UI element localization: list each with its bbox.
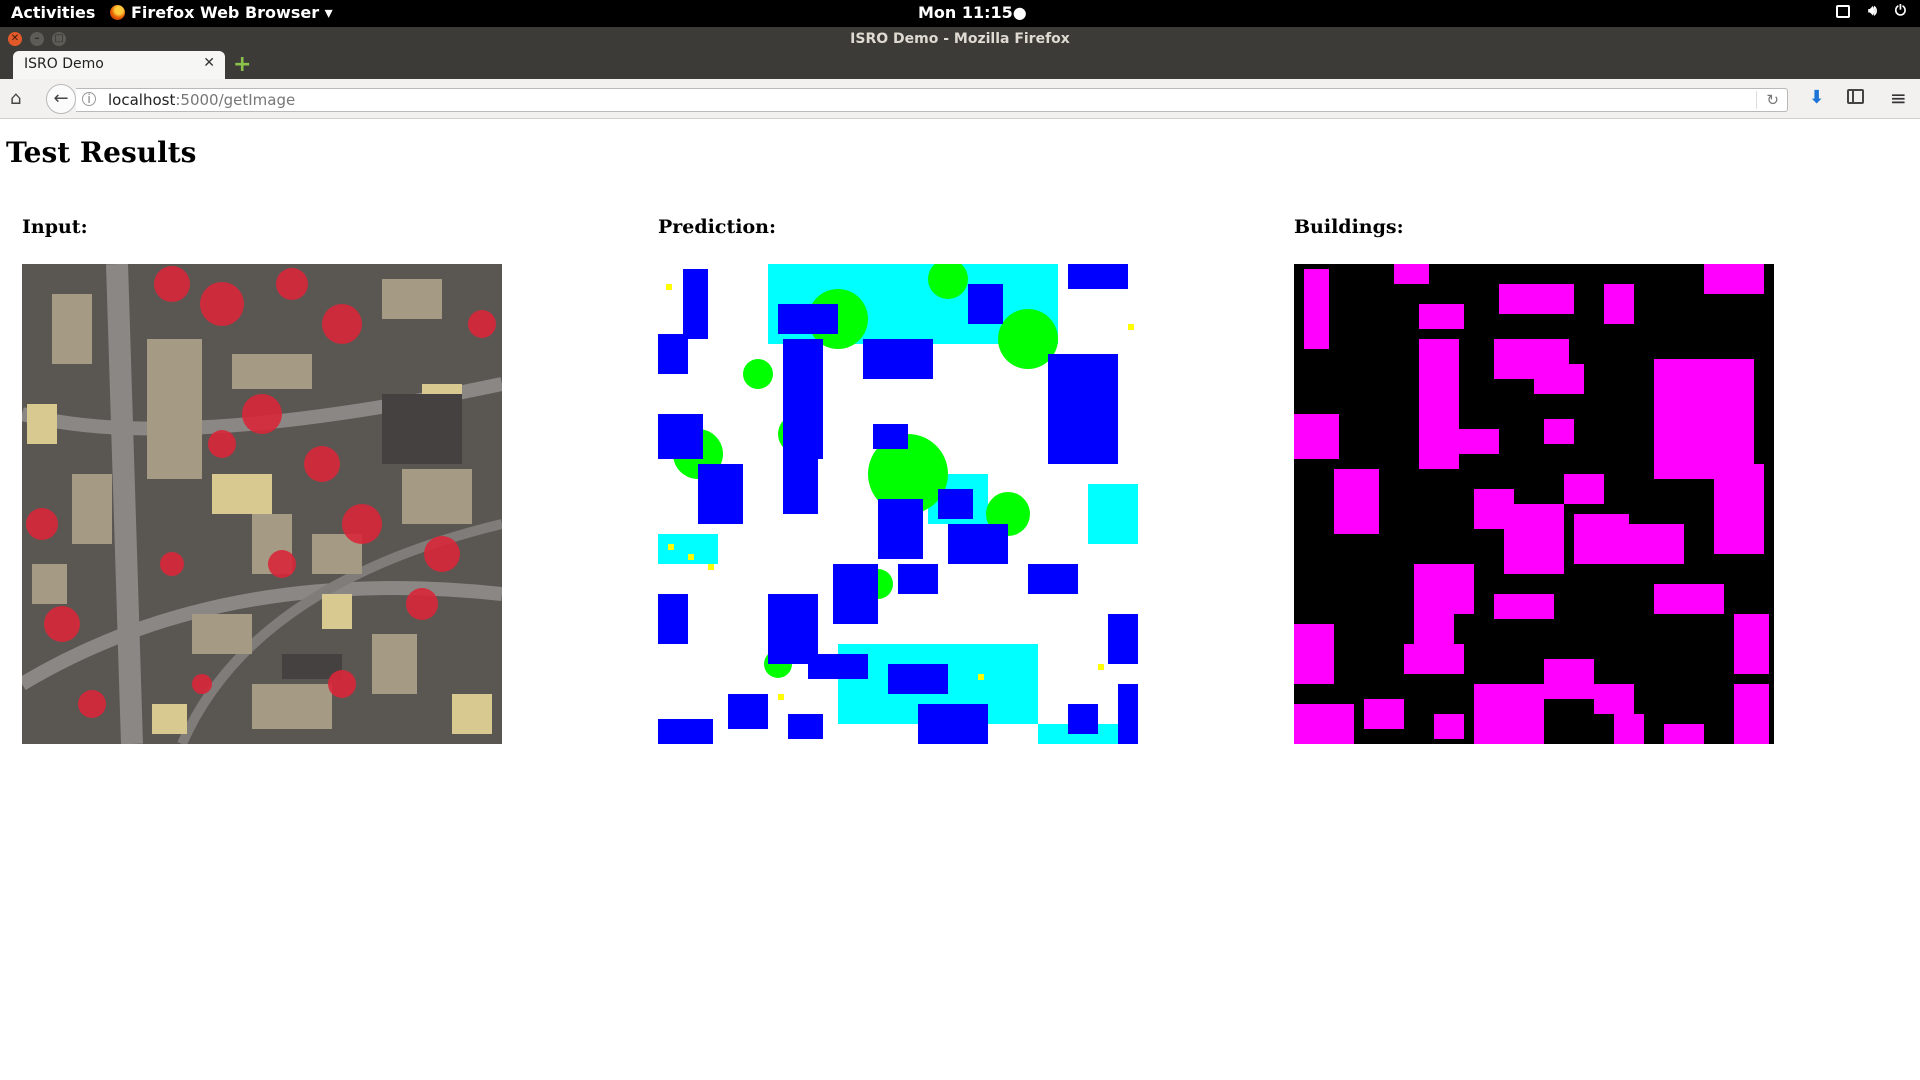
new-tab-icon[interactable]: + [233, 54, 251, 76]
tab-isro-demo[interactable]: ISRO Demo ✕ [13, 51, 225, 79]
prediction-image [658, 264, 1138, 744]
tab-title: ISRO Demo [24, 56, 104, 72]
window-title-bar: ✕ – □ ISRO Demo - Mozilla Firefox [0, 27, 1920, 51]
clock[interactable]: Mon 11:15● [918, 3, 1027, 22]
url-text[interactable]: localhost:5000/getImage [108, 91, 295, 109]
buildings-panel: Buildings: [1294, 216, 1774, 744]
input-image [22, 264, 502, 744]
window-title: ISRO Demo - Mozilla Firefox [850, 31, 1070, 47]
volume-icon[interactable]: 🔊︎ [1868, 3, 1877, 19]
page-title: Test Results [6, 136, 197, 169]
app-menu[interactable]: Firefox Web Browser ▾ [110, 3, 333, 22]
power-icon[interactable]: ⏻︎ [1895, 3, 1906, 19]
url-bar[interactable]: i localhost:5000/getImage ↻ [76, 88, 1788, 112]
url-path: :5000/getImage [175, 91, 296, 109]
window-icon[interactable] [1836, 4, 1851, 18]
minimize-window-icon[interactable]: – [30, 32, 44, 46]
sidebar-icon[interactable] [1847, 89, 1864, 104]
activities-button[interactable]: Activities [11, 3, 95, 22]
reload-icon[interactable]: ↻ [1766, 91, 1779, 109]
prediction-panel: Prediction: [658, 216, 1138, 744]
tab-strip: ISRO Demo ✕ + [0, 51, 1920, 79]
navigation-toolbar: ⌂ ← i localhost:5000/getImage ↻ ⬇ ≡ [0, 79, 1920, 119]
app-menu-label: Firefox Web Browser ▾ [131, 3, 333, 22]
page-content: Test Results Input: Prediction: Building… [0, 120, 1920, 1080]
hamburger-menu-icon[interactable]: ≡ [1890, 86, 1907, 110]
window-controls: ✕ – □ [8, 32, 66, 46]
prediction-label: Prediction: [658, 216, 776, 238]
tab-close-icon[interactable]: ✕ [203, 55, 215, 71]
input-panel: Input: [22, 216, 502, 744]
maximize-window-icon[interactable]: □ [52, 32, 66, 46]
home-icon[interactable]: ⌂ [10, 88, 21, 109]
url-host: localhost [108, 91, 176, 109]
info-icon[interactable]: i [82, 92, 96, 106]
input-label: Input: [22, 216, 88, 238]
download-icon[interactable]: ⬇ [1809, 87, 1824, 108]
back-arrow-icon[interactable]: ← [46, 84, 76, 114]
buildings-label: Buildings: [1294, 216, 1404, 238]
system-tray[interactable]: 🔊︎ ⏻︎ [1836, 3, 1906, 19]
close-window-icon[interactable]: ✕ [8, 32, 22, 46]
firefox-icon [110, 5, 125, 20]
url-divider [1756, 91, 1757, 109]
buildings-image [1294, 264, 1774, 744]
system-top-bar: Activities Firefox Web Browser ▾ Mon 11:… [0, 0, 1920, 27]
